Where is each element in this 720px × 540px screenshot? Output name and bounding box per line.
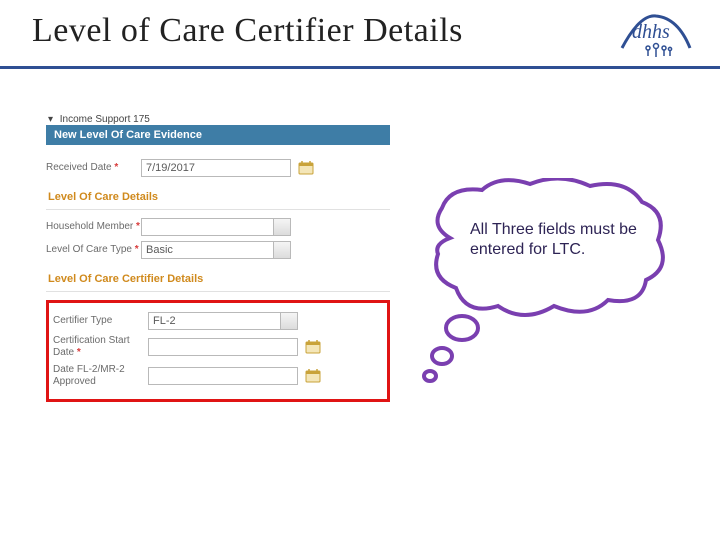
received-date-input[interactable]: 7/19/2017 [141,159,291,177]
cert-start-date-label: Certification Start Date * [53,335,148,359]
breadcrumb: ▾ Income Support 175 [46,114,390,125]
fl2-approved-input[interactable] [148,367,298,385]
page-title: Level of Care Certifier Details [32,12,463,49]
fl2-approved-label: Date FL-2/MR-2 Approved [53,364,148,388]
received-date-label: Received Date * [46,162,141,174]
header-rule [0,66,720,69]
callout-thought-bubble: All Three fields must be entered for LTC… [420,178,670,378]
cert-start-date-input[interactable] [148,338,298,356]
certifier-type-label: Certifier Type [53,315,148,327]
certifier-type-value: FL-2 [153,315,176,327]
household-member-select[interactable] [141,218,291,236]
household-member-label: Household Member * [46,221,141,233]
loc-type-select[interactable]: Basic [141,241,291,259]
calendar-icon[interactable] [304,367,322,385]
loc-type-label: Level Of Care Type * [46,244,141,256]
certifier-type-select[interactable]: FL-2 [148,312,298,330]
breadcrumb-label: Income Support 175 [60,114,150,125]
form-panel: ▾ Income Support 175 New Level Of Care E… [46,114,390,402]
svg-text:dhhs: dhhs [632,21,670,43]
chevron-down-icon [285,317,293,325]
section-loc-heading: Level Of Care Details [48,191,388,203]
calendar-icon[interactable] [304,338,322,356]
panel-title: New Level Of Care Evidence [54,129,202,141]
callout-text: All Three fields must be entered for LTC… [470,220,640,260]
dhhs-logo: dhhs [620,8,692,58]
caret-icon: ▾ [48,114,57,125]
calendar-icon[interactable] [297,159,315,177]
chevron-down-icon [278,246,286,254]
loc-type-value: Basic [146,244,173,256]
certifier-highlight-box: Certifier Type FL-2 Certification Start … [46,300,390,402]
chevron-down-icon [278,223,286,231]
panel-title-bar: New Level Of Care Evidence [46,125,390,145]
received-date-value: 7/19/2017 [146,162,195,174]
section-cert-heading: Level Of Care Certifier Details [48,273,388,285]
